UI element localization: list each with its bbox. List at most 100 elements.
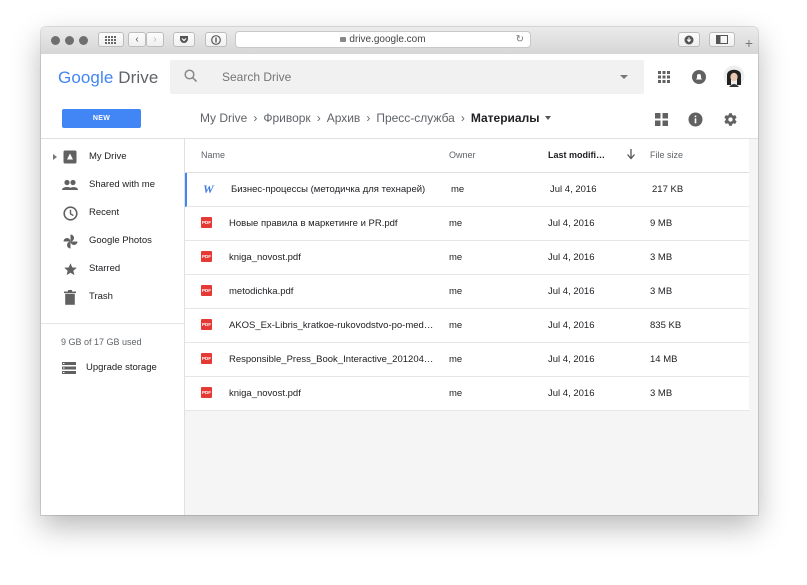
sidebar-icon [716,35,728,44]
minimize-window-button[interactable] [65,36,74,45]
sidebar-divider [41,323,184,324]
gear-icon [723,112,737,126]
pdf-icon: PDF [201,285,212,296]
breadcrumb-my-drive[interactable]: My Drive [200,111,247,125]
browser-window: ‹ › drive.google.com ↻ + Google Drive Se… [41,27,758,515]
close-window-button[interactable] [51,36,60,45]
folder-menu-caret-icon[interactable] [545,116,552,120]
upgrade-storage-label: Upgrade storage [86,362,157,373]
breadcrumb: My Drive › Фриворк › Архив › Пресс-служба › Мате… [200,111,552,125]
sidebar-item-recent[interactable]: Recent [41,202,184,226]
action-bar: NEW My Drive › Фриворк › Архив › Пресс-служба ›… [41,100,758,139]
address-bar[interactable]: drive.google.com ↻ [235,31,531,48]
logo-google: Google [58,68,114,87]
breadcrumb-separator: › [460,111,465,125]
table-row[interactable]: PDF AKOS_Ex-Libris_kratkoe-rukovodstvo-p… [185,309,749,343]
file-name: Бизнес-процессы (методичка для технарей) [231,184,426,195]
file-modified: Jul 4, 2016 [550,184,597,195]
file-size: 3 MB [650,388,673,399]
sidebar-item-label: Starred [89,263,121,274]
user-avatar-icon [723,65,745,87]
search-options-caret-icon[interactable] [620,75,628,79]
zoom-window-button[interactable] [79,36,88,45]
file-name: metodichka.pdf [229,286,294,297]
word-doc-icon: W [203,182,214,196]
search-input[interactable]: Search Drive [222,70,291,84]
file-owner: me [449,286,463,297]
pdf-icon: PDF [201,217,212,228]
file-size: 9 MB [650,218,673,229]
chevron-right-icon: › [153,34,157,45]
settings-button[interactable] [722,111,738,127]
back-button[interactable]: ‹ [128,32,146,47]
storage-usage-text: 9 GB of 17 GB used [61,337,142,347]
table-row[interactable]: W Бизнес-процессы (методичка для технаре… [185,173,749,207]
breadcrumb-separator: › [253,111,258,125]
file-size: 3 MB [650,286,673,297]
sidebar-item-shared[interactable]: Shared with me [41,174,184,198]
storage-icon [62,361,76,379]
logo-drive: Drive [113,68,159,87]
file-name: Responsible_Press_Book_Interactive_20120… [229,354,435,365]
file-name: kniga_novost.pdf [229,252,301,263]
expand-arrow-icon[interactable] [53,154,57,160]
file-modified: Jul 4, 2016 [548,388,595,399]
table-row[interactable]: PDF Responsible_Press_Book_Interactive_2… [185,343,749,377]
new-button[interactable]: NEW [62,109,141,128]
column-owner[interactable]: Owner [449,150,476,160]
breadcrumb-press-service[interactable]: Пресс-служба [376,111,455,125]
file-modified: Jul 4, 2016 [548,286,595,297]
apps-grid-icon [658,71,670,83]
grid-view-button[interactable] [653,111,669,127]
file-owner: me [449,320,463,331]
search-box[interactable]: Search Drive [170,60,644,94]
breadcrumb-frivork[interactable]: Фриворк [263,111,310,125]
my-drive-icon [62,149,78,165]
trash-icon [62,289,78,305]
notifications-button[interactable] [689,67,709,87]
table-row[interactable]: PDF Новые правила в маркетинге и PR.pdf … [185,207,749,241]
column-last-modified[interactable]: Last modifi… [548,150,605,160]
sidebar-item-trash[interactable]: Trash [41,286,184,310]
file-list-area: Name Owner Last modifi… File size W Бизн… [184,139,758,515]
downloads-button[interactable] [678,32,700,47]
file-size: 3 MB [650,252,673,263]
clock-icon [62,205,78,221]
sidebar-toggle-button[interactable] [709,32,735,47]
pocket-button[interactable] [173,32,195,47]
table-row[interactable]: PDF metodichka.pdf me Jul 4, 2016 3 MB [185,275,749,309]
file-size: 835 KB [650,320,682,331]
avatar[interactable] [722,64,746,88]
upgrade-storage-link[interactable]: Upgrade storage [41,357,184,379]
file-name: AKOS_Ex-Libris_kratkoe-rukovodstvo-po-me… [229,320,435,331]
column-file-size[interactable]: File size [650,150,683,160]
file-owner: me [449,252,463,263]
google-drive-logo[interactable]: Google Drive [58,68,158,88]
pdf-icon: PDF [201,251,212,262]
privacy-button[interactable] [205,32,227,47]
sidebar-item-starred[interactable]: Starred [41,258,184,282]
tab-overview-button[interactable] [98,32,124,47]
shared-icon [62,177,78,193]
file-modified: Jul 4, 2016 [548,218,595,229]
file-modified: Jul 4, 2016 [548,320,595,331]
forward-button[interactable]: › [146,32,164,47]
file-owner: me [449,388,463,399]
grid-view-icon [654,112,668,126]
details-button[interactable] [687,111,703,127]
sort-arrow-down-icon[interactable] [626,148,636,162]
star-icon [62,261,78,277]
sidebar-item-my-drive[interactable]: My Drive [41,146,184,170]
breadcrumb-separator: › [316,111,321,125]
new-tab-button[interactable]: + [740,32,758,54]
breadcrumb-archive[interactable]: Архив [327,111,361,125]
sidebar-item-google-photos[interactable]: Google Photos [41,230,184,254]
file-owner: me [449,218,463,229]
column-name[interactable]: Name [201,150,225,160]
table-row[interactable]: PDF kniga_novost.pdf me Jul 4, 2016 3 MB [185,377,749,411]
table-row[interactable]: PDF kniga_novost.pdf me Jul 4, 2016 3 MB [185,241,749,275]
sidebar-item-label: Shared with me [89,179,156,190]
reload-icon[interactable]: ↻ [516,32,524,47]
breadcrumb-current-folder[interactable]: Материалы [471,111,540,125]
apps-button[interactable] [654,67,674,87]
